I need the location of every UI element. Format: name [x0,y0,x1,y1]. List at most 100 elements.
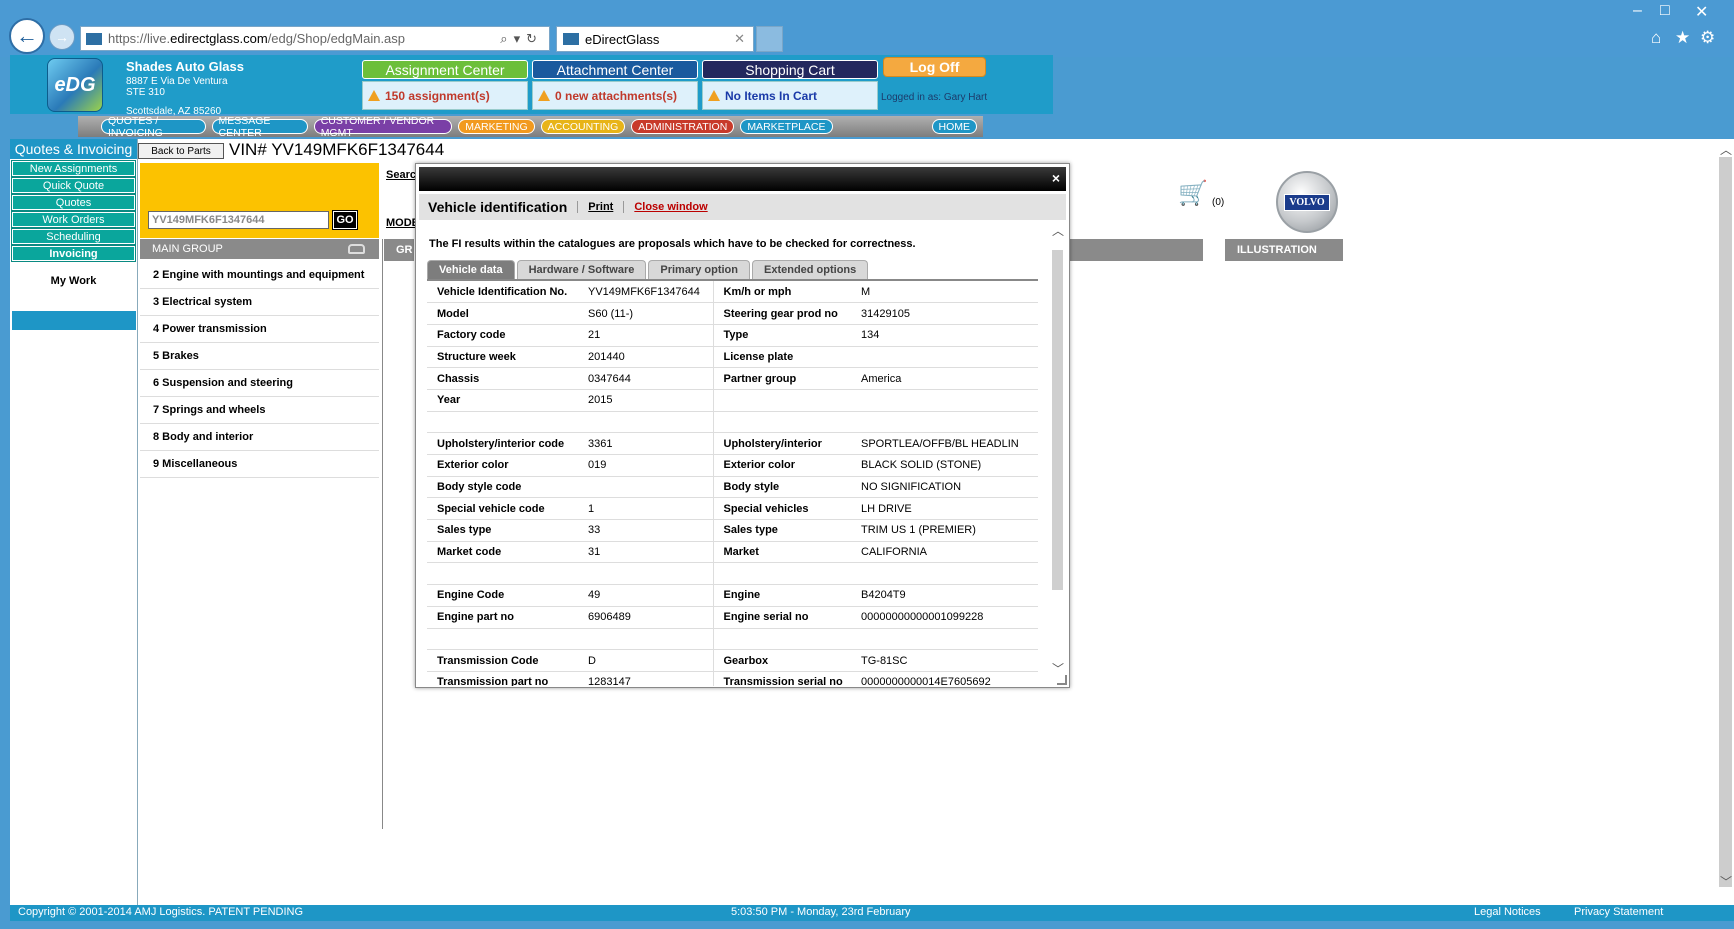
sidebar-item-quick-quote[interactable]: Quick Quote [11,177,136,194]
field-value: 3361 [578,432,714,455]
menu-marketing[interactable]: MARKETING [458,119,535,134]
back-to-parts-button[interactable]: Back to Parts [138,143,224,159]
cart-count: (0) [1212,197,1225,208]
close-window-link[interactable]: Close window [623,201,717,213]
field-label: Km/h or mph [713,281,851,304]
settings-gear-icon[interactable]: ⚙ [1700,28,1715,48]
main-group-item[interactable]: 7 Springs and wheels [140,397,379,424]
modal-scroll-thumb[interactable] [1052,250,1063,590]
home-icon[interactable]: ⌂ [1651,28,1661,48]
page-scroll-thumb[interactable] [1719,157,1732,887]
field-label: Factory code [427,324,578,347]
table-row [427,411,1038,434]
vin-input[interactable]: YV149MFK6F1347644 [148,211,329,229]
table-row: Year 2015 [427,389,1038,412]
my-work-link[interactable]: My Work [10,275,137,287]
field-label: Gearbox [713,649,851,672]
main-group-item[interactable]: 5 Brakes [140,343,379,370]
footer: Copyright © 2001-2014 AMJ Logistics. PAT… [10,905,1734,921]
sidebar-item-quotes[interactable]: Quotes [11,194,136,211]
field-value: 31429105 [851,302,1038,325]
menu-marketplace[interactable]: MARKETPLACE [740,119,833,134]
shopping-cart-button[interactable]: Shopping Cart [702,60,878,79]
volvo-logo: VOLVO [1276,171,1338,233]
group-header: GR [384,239,414,261]
cart-status[interactable]: No Items In Cart [702,81,878,110]
modal-close-icon[interactable]: × [1052,170,1060,186]
main-group-item[interactable]: 2 Engine with mountings and equipment [140,262,379,289]
scroll-up-icon[interactable]: ︿ [1052,222,1064,239]
field-label: Partner group [713,367,851,390]
new-tab-button[interactable] [756,26,783,52]
forward-arrow-icon[interactable]: → [49,24,75,50]
sidebar-item-new-assignments[interactable]: New Assignments [11,160,136,177]
search-link[interactable]: Searc [386,169,416,181]
minimize-icon[interactable]: – [1633,2,1642,20]
search-icon[interactable]: ⌕▾↻ [500,31,543,47]
maximize-icon[interactable]: □ [1660,2,1670,20]
field-value: 0000000000014E7605692 [851,671,1038,686]
tab-extended-options[interactable]: Extended options [751,260,869,279]
assignments-status[interactable]: 150 assignment(s) [362,81,528,110]
table-row: Market code 31 Market CALIFORNIA [427,541,1038,564]
tab-vehicle-data[interactable]: Vehicle data [427,260,515,279]
main-group-item[interactable]: 6 Suspension and steering [140,370,379,397]
assignment-center-button[interactable]: Assignment Center [362,60,528,79]
tab-close-icon[interactable]: ✕ [734,31,745,47]
tab-hardware-software[interactable]: Hardware / Software [516,260,647,279]
footer-datetime: 5:03:50 PM - Monday, 23rd February [731,906,911,918]
menu-home[interactable]: HOME [931,119,977,134]
field-value [851,628,1038,651]
attachments-status[interactable]: 0 new attachments(s) [532,81,698,110]
menu-administration[interactable]: ADMINISTRATION [631,119,735,134]
table-row [427,628,1038,651]
resize-grip-icon[interactable] [1057,675,1067,685]
warning-icon [708,90,720,101]
scroll-up-icon[interactable]: ︿ [1720,141,1732,158]
favorites-star-icon[interactable]: ★ [1675,28,1690,48]
attachment-center-button[interactable]: Attachment Center [532,60,698,79]
tab-favicon-icon [563,33,579,45]
main-group-list: 2 Engine with mountings and equipment 3 … [140,262,379,478]
main-group-item[interactable]: 4 Power transmission [140,316,379,343]
sidebar-item-scheduling[interactable]: Scheduling [11,228,136,245]
field-value: D [578,649,714,672]
modal-drag-bar[interactable]: × [419,167,1066,191]
menu-quotes-invoicing[interactable]: QUOTES / INVOICING [101,115,206,139]
address-bar[interactable]: https://live. edirectglass.com/edg/Shop/e… [80,26,550,51]
cart-icon[interactable]: 🛒 [1178,179,1208,208]
edg-logo[interactable]: eDG [47,58,103,112]
main-group-item[interactable]: 9 Miscellaneous [140,451,379,478]
sidebar: Quotes & Invoicing New Assignments Quick… [10,139,138,905]
browser-tab[interactable]: eDirectGlass ✕ [556,26,754,52]
menu-accounting[interactable]: ACCOUNTING [540,119,626,134]
sidebar-item-work-orders[interactable]: Work Orders [11,211,136,228]
car-icon[interactable] [348,244,365,254]
table-row: Sales type 33 Sales type TRIM US 1 (PREMIER… [427,519,1038,542]
table-row [427,562,1038,586]
warning-icon [538,90,550,101]
scroll-down-icon[interactable]: ﹀ [1720,873,1732,890]
sidebar-item-invoicing[interactable]: Invoicing [11,245,136,262]
field-value: YV149MFK6F1347644 [578,281,714,304]
field-label: Upholstery/interior code [427,432,578,455]
log-off-button[interactable]: Log Off [883,57,986,77]
back-arrow-icon[interactable]: ← [9,18,45,54]
privacy-statement-link[interactable]: Privacy Statement [1574,906,1663,918]
modal-title: Vehicle identification [428,199,568,215]
go-button[interactable]: GO [332,210,358,230]
modal-scrollbar[interactable]: ︿ ﹀ [1049,220,1066,686]
tab-primary-option[interactable]: Primary option [648,260,750,279]
table-row: Special vehicle code 1 Special vehicles LH … [427,497,1038,521]
table-row: Upholstery/interior code 3361 Upholstery/i… [427,432,1038,455]
menu-message-center[interactable]: MESSAGE CENTER [211,115,308,139]
legal-notices-link[interactable]: Legal Notices [1474,906,1541,918]
logged-in-label: Logged in as: Gary Hart [881,92,988,103]
main-group-item[interactable]: 3 Electrical system [140,289,379,316]
print-link[interactable]: Print [577,201,623,213]
main-group-item[interactable]: 8 Body and interior [140,424,379,451]
field-label [427,628,578,651]
close-window-icon[interactable]: ✕ [1695,2,1708,22]
menu-customer-vendor-mgmt[interactable]: CUSTOMER / VENDOR MGMT [313,115,453,139]
page-scrollbar[interactable]: ︿ ﹀ [1717,139,1734,905]
